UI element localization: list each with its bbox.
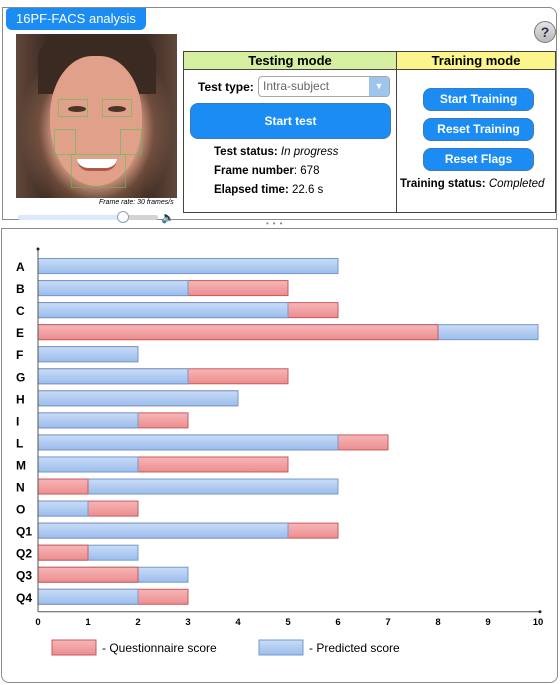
test-type-select[interactable]: Intra-subject ▼ [258, 76, 390, 97]
category-label-q1: Q1 [16, 525, 32, 539]
start-test-button[interactable]: Start test [190, 103, 391, 139]
training-status: Training status: Completed [400, 178, 545, 190]
testing-mode-header: Testing mode [184, 52, 396, 70]
x-tick-label-3: 3 [185, 617, 190, 628]
frame-number: Frame number: 678 [214, 165, 320, 177]
video-feed [16, 34, 177, 198]
elapsed-time: Elapsed time: 22.6 s [214, 184, 324, 196]
predicted-bar-c [37, 302, 289, 319]
category-label-m: M [16, 458, 26, 472]
legend-swatch-questionnaire [51, 639, 97, 656]
predicted-bar-m [37, 456, 139, 473]
training-mode-section: Training mode Start Training Reset Train… [397, 52, 555, 212]
category-label-o: O [16, 503, 25, 517]
predicted-bar-h [37, 390, 239, 407]
panel-resize-handle[interactable]: ••• [266, 219, 286, 228]
test-type-value: Intra-subject [263, 79, 330, 93]
questionnaire-bar-q3 [37, 566, 139, 583]
chart-panel: A B C E F G H I L M N O Q1 Q2 Q3 Q4 0 1 2 3 4 5 6 7 8 9 10 - Questi… [1, 228, 558, 683]
chevron-down-icon[interactable]: ▼ [369, 77, 389, 96]
mode-panel: Testing mode Test type: Intra-subject ▼ … [183, 51, 556, 213]
test-status: Test status: In progress [214, 146, 339, 158]
test-type-label: Test type: [198, 80, 254, 94]
x-tick-label-2: 2 [135, 617, 140, 628]
category-label-q3: Q3 [16, 569, 32, 583]
playback-slider[interactable] [18, 211, 158, 223]
category-label-c: C [16, 304, 25, 318]
legend-label-questionnaire: - Questionnaire score [102, 641, 217, 655]
legend-swatch-predicted [258, 639, 304, 656]
predicted-bar-g [37, 368, 189, 385]
predicted-bar-b [37, 280, 189, 297]
category-label-n: N [16, 481, 25, 495]
category-label-i: I [16, 414, 19, 428]
predicted-bar-o [37, 500, 89, 517]
training-mode-header: Training mode [397, 52, 555, 70]
category-label-b: B [16, 282, 25, 296]
x-tick-label-7: 7 [385, 617, 390, 628]
start-training-button[interactable]: Start Training [423, 88, 534, 111]
category-label-h: H [16, 392, 25, 406]
category-label-e: E [16, 326, 24, 340]
score-chart: ABCEFGHILMNO Q1 Q2 Q3 Q4 0 1 2 3 4 5 6 7 8 9 10 - Questi… [16, 247, 544, 656]
category-label-q2: Q2 [16, 547, 32, 561]
help-icon: ? [540, 24, 550, 40]
category-label-g: G [16, 370, 25, 384]
y-axis-arrow [36, 247, 40, 251]
category-label-l: L [16, 436, 23, 450]
x-tick-label-5: 5 [285, 617, 291, 628]
volume-icon[interactable]: 🔈 [161, 211, 175, 224]
category-label-a: A [16, 260, 25, 274]
reset-training-button[interactable]: Reset Training [423, 118, 534, 141]
slider-fill [18, 215, 123, 220]
x-tick-label-9: 9 [485, 617, 490, 628]
testing-mode-section: Testing mode Test type: Intra-subject ▼ … [184, 52, 397, 212]
questionnaire-bar-n [37, 478, 89, 495]
x-tick-label-8: 8 [435, 617, 440, 628]
legend-label-predicted: - Predicted score [309, 641, 400, 655]
questionnaire-bar-e [37, 324, 439, 341]
predicted-bar-i [37, 412, 139, 429]
app-title: 16PF-FACS analysis [6, 8, 146, 30]
slider-knob[interactable] [117, 211, 129, 223]
help-button[interactable]: ? [534, 21, 556, 43]
predicted-bar-q1 [37, 522, 289, 539]
x-tick-label-6: 6 [335, 617, 340, 628]
reset-flags-button[interactable]: Reset Flags [423, 148, 534, 171]
questionnaire-bar-q2 [37, 544, 89, 561]
x-axis-arrow [538, 610, 542, 614]
predicted-bar-f [37, 346, 139, 363]
predicted-bar-l [37, 434, 339, 451]
x-tick-label-4: 4 [235, 617, 241, 628]
frame-rate-label: Frame rate: 30 frames/s [99, 199, 174, 206]
category-label-q4: Q4 [16, 591, 32, 605]
predicted-bar-q4 [37, 588, 139, 605]
x-tick-label-0: 0 [35, 617, 40, 628]
x-tick-label-10: 10 [533, 617, 544, 628]
x-tick-label-1: 1 [85, 617, 91, 628]
category-label-f: F [16, 348, 23, 362]
predicted-bar-a [37, 258, 339, 275]
